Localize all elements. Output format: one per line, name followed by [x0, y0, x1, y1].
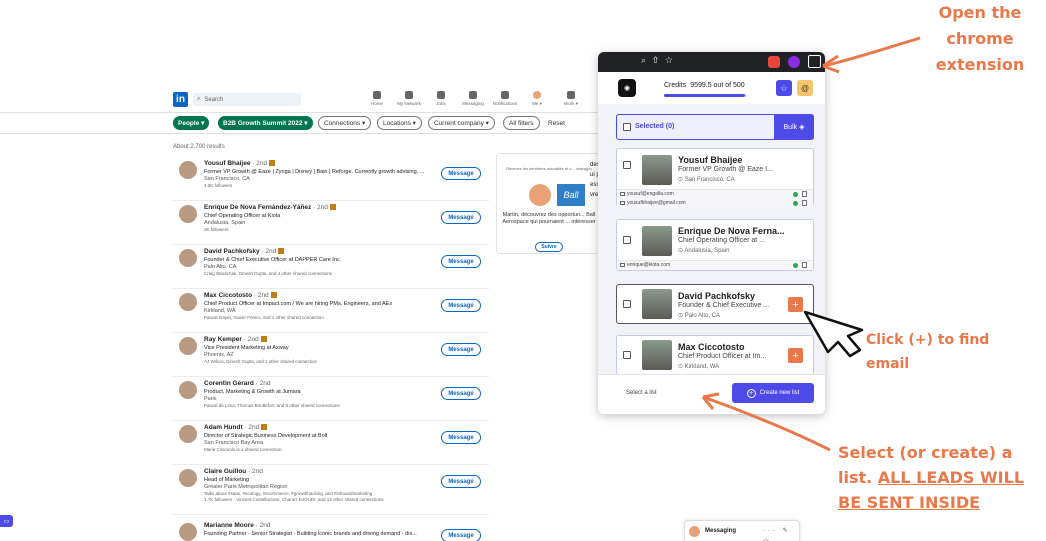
arrow-to-list-select: [701, 392, 831, 452]
arrow-to-extension-icon: [822, 36, 921, 74]
screenshot-root: in ⌕ Search Home My Network Jobs Messagi…: [0, 0, 1046, 541]
annotation-arrows: [701, 36, 921, 452]
cursor-arrow-icon: [803, 310, 864, 358]
